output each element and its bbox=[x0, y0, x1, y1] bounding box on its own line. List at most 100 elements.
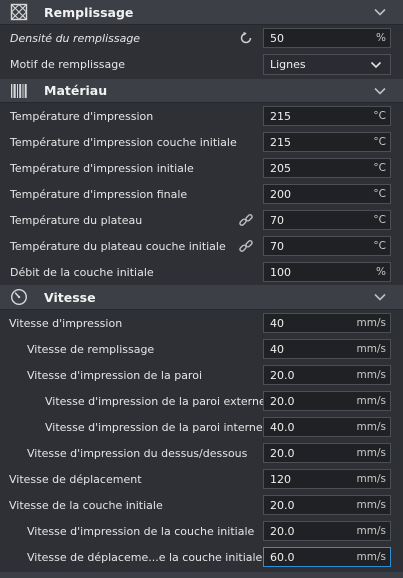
setting-row: Température du plateau 70 °C bbox=[0, 207, 403, 233]
setting-row: Vitesse de la couche initiale 20.0 mm/s bbox=[0, 492, 403, 518]
setting-value-input[interactable]: 20.0 mm/s bbox=[263, 443, 391, 463]
chevron-down-icon bbox=[370, 61, 382, 68]
setting-row: Vitesse d'impression du dessus/dessous 20… bbox=[0, 440, 403, 466]
setting-label: Vitesse d'impression de la paroi externe bbox=[45, 394, 266, 408]
field-value: 20.0 bbox=[270, 498, 295, 512]
setting-label: Vitesse de la couche initiale bbox=[9, 498, 163, 512]
setting-label: Vitesse d'impression bbox=[9, 316, 123, 330]
field-value: 20.0 bbox=[270, 368, 295, 382]
setting-label: Vitesse d'impression de la paroi interne bbox=[45, 420, 263, 434]
setting-row-infill-pattern: Motif de remplissage Lignes bbox=[0, 51, 403, 77]
setting-label: Motif de remplissage bbox=[10, 57, 126, 71]
setting-value-input[interactable]: 20.0 mm/s bbox=[263, 495, 391, 515]
field-unit: °C bbox=[373, 188, 386, 200]
setting-value-input[interactable]: 40 mm/s bbox=[263, 313, 391, 333]
next-section-header[interactable] bbox=[0, 572, 403, 578]
speed-gauge-icon bbox=[9, 287, 29, 307]
setting-value-input[interactable]: 100% bbox=[263, 262, 391, 282]
field-value: 215 bbox=[270, 135, 291, 149]
section-header-material[interactable]: Matériau bbox=[0, 79, 403, 103]
setting-value-input[interactable]: 20.0 mm/s bbox=[263, 365, 391, 385]
setting-value-input[interactable]: 40 mm/s bbox=[263, 339, 391, 359]
setting-label: Température d'impression initiale bbox=[10, 161, 194, 175]
setting-value-input[interactable]: 215 °C bbox=[263, 132, 391, 152]
section-header-speed[interactable]: Vitesse bbox=[0, 285, 403, 310]
setting-row: Débit de la couche initiale 100% bbox=[0, 259, 403, 285]
field-value: 120 bbox=[270, 472, 291, 486]
setting-row: Vitesse d'impression de la paroi externe… bbox=[0, 388, 403, 414]
setting-value-input[interactable]: 40.0 mm/s bbox=[263, 417, 391, 437]
link-icon[interactable] bbox=[238, 238, 254, 254]
field-unit: mm/s bbox=[356, 317, 386, 329]
setting-label: Vitesse d'impression de la couche initia… bbox=[27, 524, 255, 538]
field-value: 200 bbox=[270, 187, 291, 201]
setting-value-input[interactable]: 20.0 mm/s bbox=[263, 391, 391, 411]
setting-row: Température du plateau couche initiale 70… bbox=[0, 233, 403, 259]
field-value: 205 bbox=[270, 161, 291, 175]
field-value: 40 bbox=[270, 316, 284, 330]
material-barcode-icon bbox=[9, 81, 29, 101]
field-unit: mm/s bbox=[356, 395, 386, 407]
setting-row: Vitesse d'impression de la paroi interne… bbox=[0, 414, 403, 440]
setting-label: Vitesse de remplissage bbox=[27, 342, 155, 356]
field-value: 70 bbox=[270, 239, 284, 253]
section-title-material: Matériau bbox=[44, 83, 108, 98]
setting-value-input[interactable]: 120 mm/s bbox=[263, 469, 391, 489]
field-unit: mm/s bbox=[356, 473, 386, 485]
field-unit: °C bbox=[373, 214, 386, 226]
setting-label: Vitesse d'impression du dessus/dessous bbox=[27, 446, 248, 460]
field-value: 20.0 bbox=[270, 524, 295, 538]
setting-row: Température d'impression initiale 205 °C bbox=[0, 155, 403, 181]
setting-value-input[interactable]: 60.0 mm/s bbox=[263, 547, 391, 567]
setting-value-input[interactable]: 205 °C bbox=[263, 158, 391, 178]
chevron-down-icon[interactable] bbox=[373, 84, 387, 98]
infill-pattern-select[interactable]: Lignes bbox=[263, 54, 391, 75]
section-title-speed: Vitesse bbox=[44, 289, 96, 305]
setting-label: Température du plateau couche initiale bbox=[10, 239, 226, 253]
setting-row: Vitesse d'impression 40 mm/s bbox=[0, 310, 403, 336]
setting-label: Densité du remplissage bbox=[10, 31, 141, 45]
setting-value-input[interactable]: 200 °C bbox=[263, 184, 391, 204]
setting-row: Vitesse d'impression de la paroi 20.0 mm/s bbox=[0, 362, 403, 388]
setting-label: Température d'impression couche initiale bbox=[10, 135, 237, 149]
field-value: 70 bbox=[270, 213, 284, 227]
setting-value-input[interactable]: 70 °C bbox=[263, 210, 391, 230]
setting-row: Vitesse de déplaceme...e la couche initi… bbox=[0, 544, 403, 570]
field-value: 40 bbox=[270, 342, 284, 356]
setting-row: Température d'impression couche initiale… bbox=[0, 129, 403, 155]
reset-icon[interactable] bbox=[238, 30, 254, 46]
select-value: Lignes bbox=[270, 58, 306, 71]
setting-value-input[interactable]: 20.0 mm/s bbox=[263, 521, 391, 541]
field-unit: % bbox=[376, 32, 386, 44]
field-unit: °C bbox=[373, 162, 386, 174]
infill-grid-icon bbox=[9, 2, 29, 22]
field-value: 60.0 bbox=[270, 550, 295, 564]
setting-label: Température d'impression finale bbox=[10, 187, 188, 201]
field-value: 20.0 bbox=[270, 394, 295, 408]
field-unit: mm/s bbox=[356, 421, 386, 433]
field-unit: mm/s bbox=[356, 369, 386, 381]
setting-row: Température d'impression finale 200 °C bbox=[0, 181, 403, 207]
setting-value-input[interactable]: 215 °C bbox=[263, 106, 391, 126]
field-value: 50 bbox=[270, 31, 284, 45]
field-unit: mm/s bbox=[356, 343, 386, 355]
setting-value-input[interactable]: 70 °C bbox=[263, 236, 391, 256]
setting-label: Température du plateau bbox=[10, 213, 143, 227]
chevron-down-icon[interactable] bbox=[373, 290, 387, 304]
field-unit: mm/s bbox=[356, 447, 386, 459]
field-unit: °C bbox=[373, 110, 386, 122]
setting-row: Vitesse d'impression de la couche initia… bbox=[0, 518, 403, 544]
field-unit: mm/s bbox=[356, 551, 386, 563]
field-value: 40.0 bbox=[270, 420, 295, 434]
chevron-down-icon[interactable] bbox=[373, 5, 387, 19]
infill-density-input[interactable]: 50 % bbox=[263, 28, 391, 48]
setting-label: Température d'impression bbox=[10, 109, 154, 123]
setting-label: Vitesse de déplacement bbox=[9, 472, 142, 486]
field-value: 20.0 bbox=[270, 446, 295, 460]
field-unit: mm/s bbox=[356, 499, 386, 511]
setting-label: Vitesse de déplaceme...e la couche initi… bbox=[27, 550, 263, 564]
setting-row-infill-density: Densité du remplissage 50 % bbox=[0, 25, 403, 51]
link-icon[interactable] bbox=[238, 212, 254, 228]
setting-label: Vitesse d'impression de la paroi bbox=[27, 368, 203, 382]
section-header-infill[interactable]: Remplissage bbox=[0, 0, 403, 25]
